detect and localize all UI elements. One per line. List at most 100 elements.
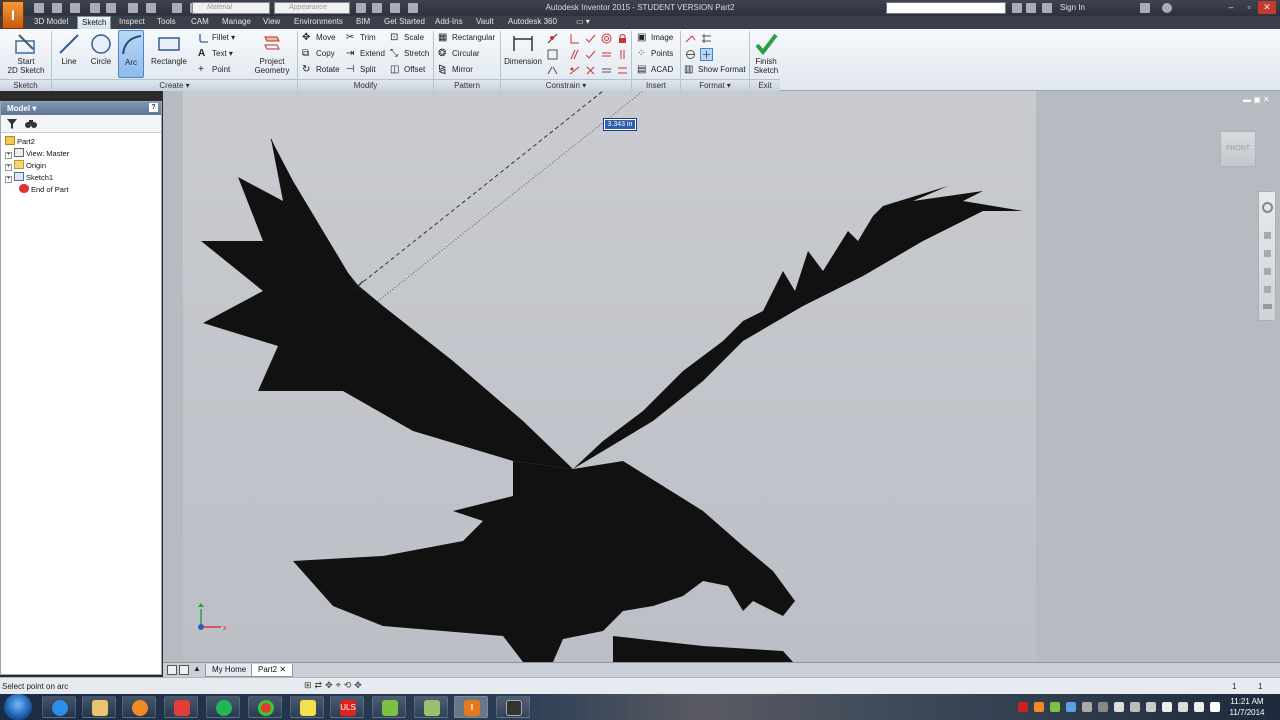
network-icon[interactable] [1194, 702, 1204, 712]
tab-tools[interactable]: Tools [153, 16, 180, 29]
help-icon[interactable] [1162, 3, 1172, 13]
return-icon[interactable] [146, 3, 156, 13]
trim-button[interactable]: ✂ Trim [346, 31, 376, 45]
tab-get-started[interactable]: Get Started [380, 16, 429, 29]
constraint-equal-icon[interactable] [600, 48, 613, 61]
clock-time[interactable]: 11:21 AM [1222, 697, 1272, 706]
tray-app-icon[interactable] [1066, 702, 1076, 712]
tray-app-icon[interactable] [1018, 702, 1028, 712]
browser-close-icon[interactable]: ? [149, 103, 158, 112]
media-player-icon[interactable] [122, 696, 156, 718]
home-icon[interactable] [128, 3, 138, 13]
expand-icon[interactable]: + [5, 164, 12, 171]
arc-button[interactable]: Arc [118, 30, 144, 78]
appearance-select[interactable]: Appearance [274, 2, 350, 14]
constraint-equal2-icon[interactable] [616, 64, 629, 77]
expand-icon[interactable]: + [5, 152, 12, 159]
tray-app-icon[interactable] [1162, 702, 1172, 712]
point-button[interactable]: + Point [198, 63, 230, 77]
tab-part2[interactable]: Part2 ✕ [251, 664, 294, 677]
tray-app-icon[interactable] [1130, 702, 1140, 712]
tab-manage[interactable]: Manage [218, 16, 255, 29]
steering-wheel-icon[interactable] [1262, 202, 1273, 213]
browser-header[interactable]: Model ▾ ? [1, 102, 161, 115]
adjust-icon[interactable] [372, 3, 382, 13]
copy-button[interactable]: ⧉ Copy [302, 47, 335, 61]
close-icon[interactable]: ✕ [279, 665, 286, 674]
tab-vault[interactable]: Vault [472, 16, 498, 29]
clock-date[interactable]: 11/7/2014 [1222, 708, 1272, 717]
start-2d-sketch-button[interactable]: Start 2D Sketch [4, 30, 48, 78]
finish-sketch-button[interactable]: Finish Sketch [752, 30, 780, 78]
constraint-coincident-icon[interactable] [546, 32, 559, 45]
scale-button[interactable]: ⊡ Scale [390, 31, 424, 45]
zoom-icon[interactable] [1264, 250, 1271, 257]
constraint-symmetric2-icon[interactable] [584, 64, 597, 77]
dimension-input[interactable]: 3.343 in [603, 118, 637, 131]
apps-icon[interactable] [164, 696, 198, 718]
construction-icon[interactable] [684, 32, 697, 45]
tray-app-icon[interactable] [1034, 702, 1044, 712]
constraint-vertical-icon[interactable] [616, 48, 629, 61]
tile-icon[interactable] [167, 665, 177, 675]
rectangular-pattern-button[interactable]: ▦ Rectangular [438, 31, 495, 45]
update-icon[interactable] [172, 3, 182, 13]
notes-icon[interactable] [290, 696, 324, 718]
ribbon-options-icon[interactable]: ▭ ▾ [572, 16, 594, 29]
fillet-button[interactable]: Fillet ▾ [198, 31, 235, 45]
constraint-concentric-icon[interactable] [600, 32, 613, 45]
project-geometry-button[interactable]: Project Geometry [250, 30, 294, 78]
save-icon[interactable] [70, 3, 80, 13]
fx-icon[interactable] [390, 3, 400, 13]
offset-button[interactable]: ◫ Offset [390, 63, 425, 77]
constraint-perpendicular-icon[interactable] [568, 32, 581, 45]
tab-3d-model[interactable]: 3D Model [30, 16, 72, 29]
look-at-icon[interactable] [1264, 286, 1271, 293]
tray-app-icon[interactable] [1098, 702, 1108, 712]
tab-environments[interactable]: Environments [290, 16, 347, 29]
insert-image-button[interactable]: ▣ Image [637, 31, 673, 45]
folder-icon[interactable] [414, 696, 448, 718]
tab-bim[interactable]: BIM [352, 16, 374, 29]
tree-item-sketch1[interactable]: + Sketch1 [5, 172, 53, 184]
binoculars-icon[interactable] [1012, 3, 1022, 13]
pen-icon[interactable] [372, 696, 406, 718]
pan-icon[interactable] [1264, 232, 1271, 239]
dimension-button[interactable]: Dimension [503, 30, 543, 78]
circular-pattern-button[interactable]: ❂ Circular [438, 47, 480, 61]
text-button[interactable]: A Text ▾ [198, 47, 233, 61]
extend-button[interactable]: ⇥ Extend [346, 47, 385, 61]
explorer-icon[interactable] [82, 696, 116, 718]
constraint-smooth-icon[interactable] [584, 48, 597, 61]
open-icon[interactable] [52, 3, 62, 13]
tray-app-icon[interactable] [1114, 702, 1124, 712]
stretch-button[interactable]: ⤡ Stretch [390, 47, 429, 61]
uls-icon[interactable]: ULS [330, 696, 364, 718]
tab-autodesk-360[interactable]: Autodesk 360 [504, 16, 561, 29]
tab-cam[interactable]: CAM [187, 16, 213, 29]
nav-options-icon[interactable] [1263, 304, 1272, 309]
new-icon[interactable] [34, 3, 44, 13]
status-toolbar-icons[interactable]: ⊞⇄✥⌖⟲✥ [304, 680, 365, 691]
viewcube[interactable]: FRONT [1220, 131, 1256, 167]
tab-sketch[interactable]: Sketch [77, 16, 112, 29]
constraint-parallel-icon[interactable] [568, 48, 581, 61]
clear-override-icon[interactable] [356, 3, 366, 13]
help-search-input[interactable] [886, 2, 1006, 14]
tab-my-home[interactable]: My Home [205, 664, 254, 677]
redo-icon[interactable] [106, 3, 116, 13]
material-select[interactable]: Material [192, 2, 270, 14]
mirror-button[interactable]: ⧎ Mirror [438, 63, 473, 77]
constraint-fix-icon[interactable] [546, 48, 559, 61]
exchange-icon[interactable] [1140, 3, 1150, 13]
tree-item-part2[interactable]: Part2 [5, 136, 35, 148]
action-center-icon[interactable] [1178, 702, 1188, 712]
driven-dimension-icon[interactable] [700, 48, 713, 61]
close-button[interactable]: ✕ [1258, 1, 1276, 14]
constraint-collinear-icon[interactable] [568, 64, 581, 77]
center-point-icon[interactable] [684, 48, 697, 61]
graphics-window-controls[interactable]: ▬ ▣ ✕ [1243, 95, 1270, 104]
constraint-horizontal-icon[interactable] [600, 64, 613, 77]
sign-in-link[interactable]: Sign In [1060, 3, 1085, 12]
move-button[interactable]: ✥ Move [302, 31, 336, 45]
